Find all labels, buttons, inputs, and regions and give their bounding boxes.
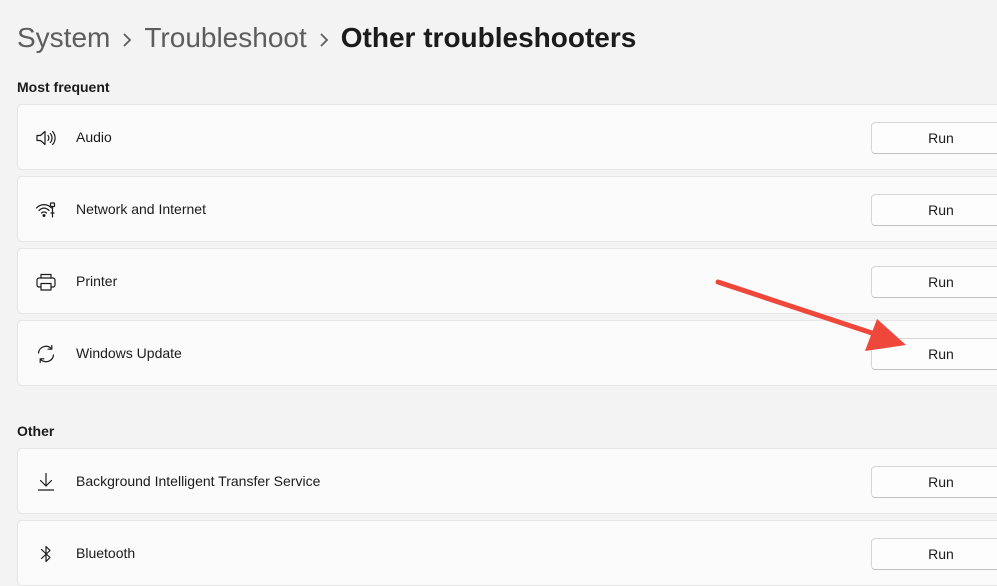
bits-run-button[interactable]: Run (871, 466, 997, 498)
refresh-icon (34, 342, 58, 366)
download-icon (34, 470, 58, 494)
troubleshooter-label: Background Intelligent Transfer Service (76, 473, 321, 489)
chevron-right-icon (307, 18, 341, 58)
speaker-icon (34, 126, 58, 150)
troubleshooter-label: Audio (76, 129, 112, 145)
section-heading-other: Other (17, 423, 55, 439)
breadcrumb-troubleshoot[interactable]: Troubleshoot (144, 18, 306, 58)
section-heading-most-frequent: Most frequent (17, 79, 110, 95)
network-run-button[interactable]: Run (871, 194, 997, 226)
chevron-right-icon (110, 18, 144, 58)
network-icon (34, 198, 58, 222)
troubleshooter-row-windows-update: Windows Update Run (17, 320, 997, 386)
troubleshooter-row-audio: Audio Run (17, 104, 997, 170)
printer-icon (34, 270, 58, 294)
audio-run-button[interactable]: Run (871, 122, 997, 154)
troubleshooter-row-network: Network and Internet Run (17, 176, 997, 242)
troubleshooter-label: Windows Update (76, 345, 182, 361)
troubleshooter-label: Bluetooth (76, 545, 136, 561)
windows-update-run-button[interactable]: Run (871, 338, 997, 370)
page-title: Other troubleshooters (340, 22, 637, 53)
troubleshooter-label: Printer (76, 273, 118, 289)
printer-run-button[interactable]: Run (871, 266, 997, 298)
bluetooth-run-button[interactable]: Run (871, 538, 997, 570)
troubleshooter-row-bits: Background Intelligent Transfer Service … (17, 448, 997, 514)
troubleshooter-row-printer: Printer Run (17, 248, 997, 314)
troubleshooter-row-bluetooth: Bluetooth Run (17, 520, 997, 586)
breadcrumb: System Troubleshoot Other troubleshooter… (17, 18, 636, 58)
bluetooth-icon (34, 542, 58, 566)
breadcrumb-system[interactable]: System (17, 18, 110, 58)
troubleshooter-label: Network and Internet (76, 201, 206, 217)
